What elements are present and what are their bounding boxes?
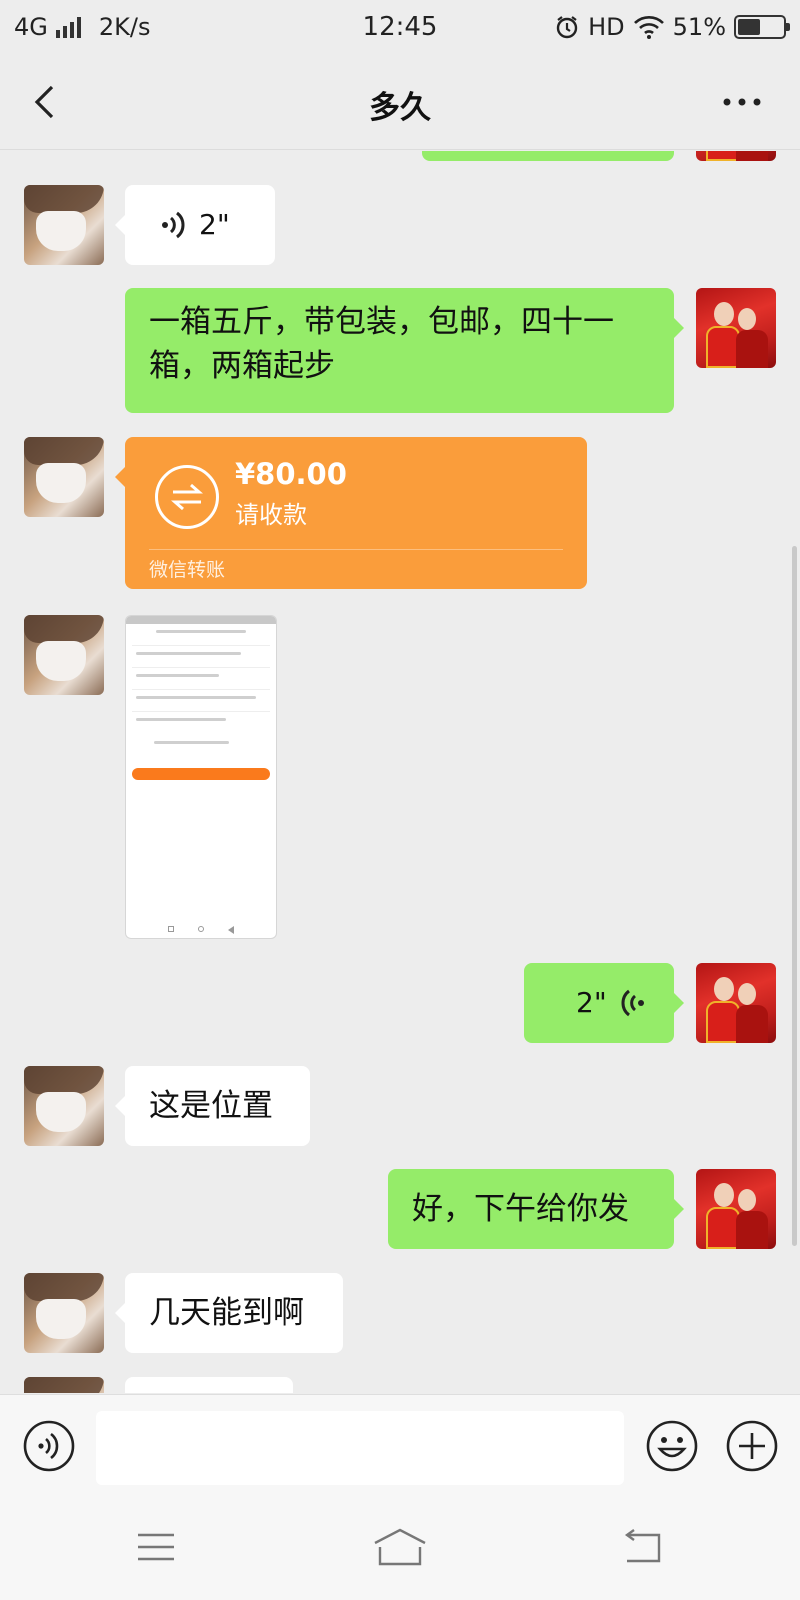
- system-nav-bar: [0, 1494, 800, 1600]
- my-avatar[interactable]: [696, 151, 776, 161]
- my-avatar[interactable]: [696, 288, 776, 368]
- battery-level: [738, 19, 761, 35]
- contact-avatar[interactable]: [24, 185, 104, 265]
- battery-icon: [734, 15, 790, 39]
- status-right: HD 51%: [554, 13, 790, 41]
- emoji-button[interactable]: [645, 1419, 699, 1473]
- contact-avatar[interactable]: [24, 615, 104, 695]
- incoming-text-message[interactable]: 几天能到啊: [115, 1273, 343, 1353]
- voice-wave-icon: [162, 211, 185, 239]
- contact-avatar[interactable]: [24, 1066, 104, 1146]
- chat-area[interactable]: 2" 一箱五斤，带包装，包邮，四十一箱，两箱起步 ¥80.00 请收款 微信转账: [0, 151, 800, 1393]
- wifi-icon: [633, 16, 664, 39]
- system-back-button[interactable]: [612, 1522, 672, 1572]
- add-button[interactable]: [725, 1419, 779, 1473]
- more-dots-icon: [723, 98, 761, 106]
- outgoing-voice-message[interactable]: 2": [524, 963, 684, 1043]
- recent-apps-button[interactable]: [126, 1522, 186, 1572]
- transfer-icon: [155, 465, 219, 529]
- hd-label: HD: [588, 13, 625, 41]
- menu-icon: [138, 1533, 174, 1561]
- transfer-amount: ¥80.00: [235, 457, 347, 491]
- voice-duration: 2": [576, 986, 607, 1019]
- voice-wave-icon: [621, 989, 644, 1017]
- my-avatar[interactable]: [696, 1169, 776, 1249]
- message-text: 几天能到啊: [149, 1295, 304, 1331]
- outgoing-text-message[interactable]: 一箱五斤，带包装，包邮，四十一箱，两箱起步: [125, 288, 684, 413]
- contact-avatar[interactable]: [24, 1377, 104, 1393]
- my-avatar[interactable]: [696, 963, 776, 1043]
- previous-outgoing-bubble[interactable]: [422, 151, 674, 161]
- emoji-icon: [646, 1420, 698, 1472]
- signal-icon: [55, 16, 81, 38]
- battery-percent: 51%: [672, 13, 726, 41]
- transfer-footer: 微信转账: [149, 559, 226, 581]
- status-left: 4G 2K/s: [14, 13, 314, 41]
- home-icon: [374, 1528, 426, 1566]
- contact-avatar[interactable]: [24, 1273, 104, 1353]
- network-speed: 2K/s: [98, 13, 151, 41]
- voice-duration: 2": [199, 208, 230, 241]
- scrollbar[interactable]: [792, 546, 797, 1246]
- next-incoming-bubble[interactable]: [125, 1377, 293, 1393]
- chat-title: 多久: [369, 90, 431, 126]
- incoming-text-message[interactable]: 这是位置: [115, 1066, 310, 1146]
- image-message-thumbnail[interactable]: [125, 615, 277, 939]
- chat-header: 多久: [0, 54, 800, 150]
- plus-circle-icon: [726, 1420, 778, 1472]
- status-bar: 4G 2K/s 12:45 HD 51%: [0, 0, 800, 54]
- input-bar: [0, 1394, 800, 1494]
- message-input[interactable]: [96, 1411, 624, 1485]
- message-text: 一箱五斤，带包装，包邮，四十一箱，两箱起步: [149, 304, 614, 384]
- network-type: 4G: [14, 13, 48, 41]
- contact-avatar[interactable]: [24, 437, 104, 517]
- message-text: 这是位置: [149, 1088, 273, 1124]
- alarm-icon: [556, 16, 578, 39]
- home-button[interactable]: [370, 1522, 430, 1572]
- transfer-note: 请收款: [235, 501, 307, 529]
- incoming-voice-message[interactable]: 2": [115, 185, 275, 265]
- outgoing-text-message[interactable]: 好，下午给你发: [388, 1169, 684, 1249]
- message-text: 好，下午给你发: [412, 1191, 629, 1227]
- transfer-card[interactable]: ¥80.00 请收款 微信转账: [115, 437, 587, 589]
- voice-mode-button[interactable]: [22, 1419, 76, 1473]
- voice-mode-icon: [23, 1420, 75, 1472]
- back-arrow-icon: [624, 1529, 661, 1563]
- transfer-divider: [149, 549, 563, 550]
- more-button[interactable]: [714, 78, 770, 126]
